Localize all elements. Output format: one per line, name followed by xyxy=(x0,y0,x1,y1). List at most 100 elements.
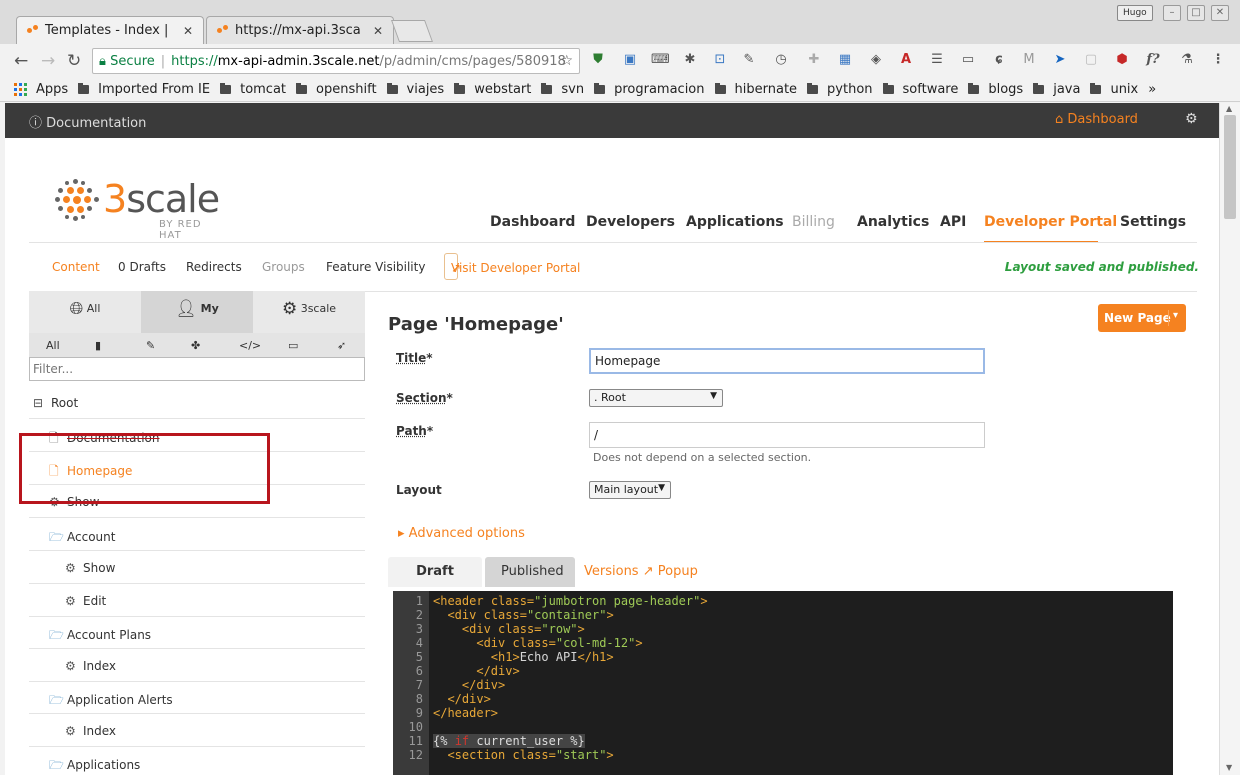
address-bar[interactable]: 🔒︎ Secure | https:// mx-api-admin.3scale… xyxy=(92,48,580,74)
extension-arrow-icon[interactable]: ➤ xyxy=(1052,52,1068,68)
tab-templates[interactable]: Templates - Index | ✕ xyxy=(16,16,204,44)
back-arrow-icon[interactable]: ← xyxy=(14,51,28,71)
extension-eyedropper-icon[interactable]: ⚗ xyxy=(1179,52,1195,68)
bookmarks-overflow[interactable]: » xyxy=(1148,82,1156,97)
folder-filter-icon[interactable]: ▭ xyxy=(288,339,298,352)
nav-developer-portal[interactable]: Developer Portal xyxy=(984,214,1117,230)
sidebar-filter-input[interactable] xyxy=(29,357,365,381)
dashboard-link[interactable]: ⌂ Dashboard xyxy=(1055,112,1138,127)
profile-badge[interactable]: Hugo xyxy=(1117,5,1153,21)
nav-api[interactable]: API xyxy=(940,214,966,230)
extension-screen-icon[interactable]: ▣ xyxy=(622,52,638,68)
bookmark-star-icon[interactable]: ☆ xyxy=(560,53,573,69)
title-input[interactable] xyxy=(589,348,985,374)
minimize-icon[interactable]: – xyxy=(1163,5,1181,21)
extension-window-icon[interactable]: ⊡ xyxy=(712,52,728,68)
tree-item-applications[interactable]: 🗁︎ Applications xyxy=(29,747,365,775)
extension-list-icon[interactable]: ☰ xyxy=(929,52,945,68)
extension-function-icon[interactable]: f? xyxy=(1145,52,1161,68)
code-editor[interactable]: 1 <header class="jumbotron page-header"> … xyxy=(393,591,1173,775)
bookmark-folder[interactable]: python xyxy=(807,82,873,97)
subnav-feature-visibility[interactable]: Feature Visibility xyxy=(326,260,425,274)
bookmark-folder[interactable]: java xyxy=(1033,82,1080,97)
tree-item-account-plans-index[interactable]: ⚙ Index xyxy=(29,650,365,682)
scroll-up-icon[interactable]: ▲ xyxy=(1226,104,1232,113)
bookmark-folder[interactable]: viajes xyxy=(386,82,444,97)
window-close-icon[interactable]: ✕ xyxy=(1211,5,1229,21)
nav-applications[interactable]: Applications xyxy=(686,214,784,230)
extension-puzzle-icon[interactable]: ✚ xyxy=(806,52,822,68)
bookmark-folder[interactable]: unix xyxy=(1090,82,1138,97)
nav-billing[interactable]: Billing xyxy=(792,214,835,230)
nav-analytics[interactable]: Analytics xyxy=(857,214,929,230)
path-input[interactable] xyxy=(589,422,985,448)
sidebar-tab-my[interactable]: 👤︎ My xyxy=(141,291,253,333)
nav-dashboard[interactable]: Dashboard xyxy=(490,214,575,230)
bookmark-folder[interactable]: software xyxy=(882,82,958,97)
bookmark-folder[interactable]: hibernate xyxy=(714,82,797,97)
extension-m-icon[interactable]: M xyxy=(1021,52,1037,68)
extension-wappalyzer-icon[interactable]: ɕ xyxy=(991,52,1007,68)
tree-item-account-edit[interactable]: ⚙ Edit xyxy=(29,585,365,617)
extension-acrobat-icon[interactable]: A xyxy=(898,52,914,68)
extension-badge-icon[interactable]: ◈ xyxy=(868,52,884,68)
popup-link[interactable]: Popup xyxy=(658,564,698,579)
documentation-link[interactable]: ⓘ Documentation xyxy=(29,112,146,131)
visit-developer-portal-button[interactable]: Visit Developer Portal ↗ xyxy=(444,253,580,280)
reload-icon[interactable]: ↻ xyxy=(67,51,81,71)
bookmark-folder[interactable]: webstart xyxy=(454,82,531,97)
tab-published[interactable]: Published xyxy=(485,557,575,587)
caret-down-icon[interactable]: ▾ xyxy=(1168,310,1178,326)
new-tab-button[interactable] xyxy=(390,20,434,42)
tree-item-application-alerts-index[interactable]: ⚙ Index xyxy=(29,715,365,747)
close-icon[interactable]: ✕ xyxy=(373,24,383,38)
subnav-content[interactable]: Content xyxy=(52,260,100,274)
tree-item-account-show[interactable]: ⚙ Show xyxy=(29,552,365,584)
adblock-icon[interactable]: ⬢ xyxy=(1114,52,1130,68)
extension-pen-icon[interactable]: ✎ xyxy=(741,52,757,68)
nav-developers[interactable]: Developers xyxy=(586,214,675,230)
filter-all[interactable]: All xyxy=(46,339,60,352)
tab-mx-api[interactable]: https://mx-api.3sca ✕ xyxy=(206,16,394,44)
bookmark-folder[interactable]: programacion xyxy=(594,82,705,97)
subnav-redirects[interactable]: Redirects xyxy=(186,260,242,274)
section-select[interactable]: . Root ▼ xyxy=(589,389,723,407)
close-icon[interactable]: ✕ xyxy=(183,24,193,38)
bookmark-folder[interactable]: Imported From IE xyxy=(78,82,210,97)
bookmark-folder[interactable]: svn xyxy=(541,82,584,97)
subnav-drafts[interactable]: 0 Drafts xyxy=(118,260,166,274)
maximize-icon[interactable]: □ xyxy=(1187,5,1205,21)
tree-item-application-alerts[interactable]: 🗁︎ Application Alerts xyxy=(29,682,365,714)
sidebar-tab-all[interactable]: 🌐︎ All xyxy=(29,291,141,333)
sidebar-tab-3scale[interactable]: ⚙ 3scale xyxy=(253,291,365,333)
tab-draft[interactable]: Draft xyxy=(388,557,482,587)
tree-item-account[interactable]: 🗁︎ Account xyxy=(29,519,365,551)
extension-bug-icon[interactable]: ✱ xyxy=(682,52,698,68)
scrollbar-thumb[interactable] xyxy=(1224,115,1236,219)
extension-builtwith-icon[interactable]: ▦ xyxy=(837,52,853,68)
forward-arrow-icon[interactable]: → xyxy=(41,51,55,71)
extension-b-icon[interactable]: ▢ xyxy=(1083,52,1099,68)
gear-icon[interactable]: ⚙ xyxy=(1185,111,1198,127)
extension-clock-icon[interactable]: ◷ xyxy=(773,52,789,68)
bookmark-folder[interactable]: blogs xyxy=(968,82,1023,97)
extension-cast-icon[interactable]: ▭ xyxy=(960,52,976,68)
partial-filter-icon[interactable]: ✎ xyxy=(146,339,155,352)
versions-link[interactable]: Versions xyxy=(584,564,639,579)
new-page-button[interactable]: New Page ▾ xyxy=(1098,304,1186,332)
bookmark-folder[interactable]: openshift xyxy=(296,82,377,97)
portlet-filter-icon[interactable]: ➶ xyxy=(337,339,346,352)
extension-shield-icon[interactable]: ⛊ xyxy=(590,52,606,68)
page-scrollbar[interactable]: ▲ ▼ xyxy=(1219,103,1240,775)
layout-filter-icon[interactable]: ✤ xyxy=(191,339,200,352)
tree-root[interactable]: ⊟ Root xyxy=(29,387,365,419)
code-filter-icon[interactable]: </> xyxy=(239,339,261,352)
advanced-options-toggle[interactable]: ▸ Advanced options xyxy=(398,526,525,541)
extension-keyboard-icon[interactable]: ⌨ xyxy=(651,52,670,68)
scroll-down-icon[interactable]: ▼ xyxy=(1226,763,1232,772)
bookmark-apps[interactable]: Apps xyxy=(36,82,68,97)
subnav-groups[interactable]: Groups xyxy=(262,260,305,274)
tree-item-account-plans[interactable]: 🗁︎ Account Plans xyxy=(29,617,365,649)
nav-settings[interactable]: Settings xyxy=(1120,214,1186,230)
chrome-menu-icon[interactable]: ⋮ xyxy=(1210,52,1226,68)
